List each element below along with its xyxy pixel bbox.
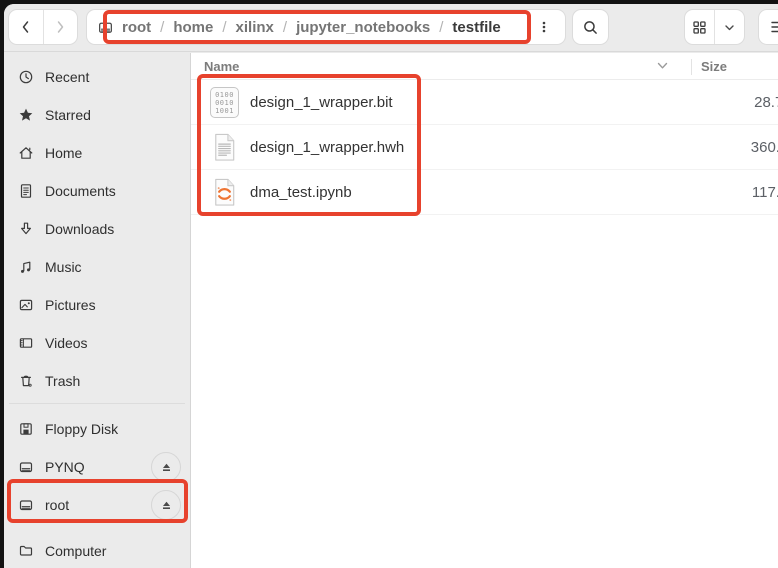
sidebar-item-documents[interactable]: Documents xyxy=(9,175,185,207)
sidebar-item-videos[interactable]: Videos xyxy=(9,327,185,359)
main-menu-button[interactable] xyxy=(758,9,778,45)
screen: root / home / xilinx / jupyter_notebooks… xyxy=(0,0,778,568)
music-note-icon xyxy=(18,259,34,275)
sidebar-item-pictures[interactable]: Pictures xyxy=(9,289,185,321)
sidebar-item-trash[interactable]: Trash xyxy=(9,365,185,397)
back-button[interactable] xyxy=(9,10,43,44)
list-column-header: Name Size xyxy=(191,53,778,80)
sidebar-item-label: PYNQ xyxy=(45,459,85,475)
breadcrumb-separator: / xyxy=(160,18,165,36)
sidebar-item-floppy-disk[interactable]: Floppy Disk xyxy=(9,413,185,445)
chevron-down-icon xyxy=(723,21,736,34)
trash-icon xyxy=(18,373,34,389)
sidebar-item-label: Floppy Disk xyxy=(45,421,119,437)
breadcrumb-root[interactable]: root xyxy=(122,19,151,36)
film-icon xyxy=(18,335,34,351)
sidebar: Recent Starred Home Documents Downloads … xyxy=(4,53,190,568)
sidebar-item-recent[interactable]: Recent xyxy=(9,61,185,93)
sidebar-item-downloads[interactable]: Downloads xyxy=(9,213,185,245)
file-row-design-1-wrapper-bit[interactable]: 0100 0010 1001 design_1_wrapper.bit 28.7… xyxy=(191,80,778,125)
breadcrumb-separator: / xyxy=(282,18,288,36)
file-name: design_1_wrapper.bit xyxy=(250,93,393,111)
sidebar-item-home[interactable]: Home xyxy=(9,137,185,169)
floppy-icon xyxy=(18,421,34,437)
view-button-group xyxy=(684,9,745,45)
document-icon xyxy=(18,183,34,199)
sidebar-item-label: Starred xyxy=(45,107,91,123)
eject-icon xyxy=(160,499,173,512)
jupyter-notebook-file-icon xyxy=(209,177,240,208)
breadcrumb-xilinx[interactable]: xilinx xyxy=(236,19,274,36)
file-row-dma-test-ipynb[interactable]: dma_test.ipynb 117.1 kB xyxy=(191,170,778,215)
sidebar-item-label: Music xyxy=(45,259,82,275)
hard-drive-icon xyxy=(97,19,114,36)
nav-button-group xyxy=(8,9,78,45)
file-size: 360.0 kB xyxy=(750,138,778,156)
drive-icon xyxy=(18,459,34,475)
breadcrumb: root / home / xilinx / jupyter_notebooks… xyxy=(122,19,501,36)
breadcrumb-separator: / xyxy=(222,18,227,36)
download-arrow-icon xyxy=(18,221,34,237)
chevron-left-icon xyxy=(18,19,34,35)
star-icon xyxy=(18,107,34,123)
view-options-dropdown-button[interactable] xyxy=(715,10,744,44)
file-row-design-1-wrapper-hwh[interactable]: design_1_wrapper.hwh 360.0 kB xyxy=(191,125,778,170)
kebab-menu-icon xyxy=(537,19,551,35)
breadcrumb-testfile-current[interactable]: testfile xyxy=(452,19,500,36)
sort-chevron-down-icon[interactable] xyxy=(657,62,668,70)
sidebar-item-label: Videos xyxy=(45,335,88,351)
eject-pynq-button[interactable] xyxy=(151,452,181,482)
sidebar-item-label: Pictures xyxy=(45,297,96,313)
column-divider xyxy=(691,59,692,75)
breadcrumb-jupyter-notebooks[interactable]: jupyter_notebooks xyxy=(296,19,430,36)
sidebar-item-label: Home xyxy=(45,145,83,161)
home-icon xyxy=(18,145,34,161)
hamburger-menu-icon xyxy=(771,20,778,34)
toolbar: root / home / xilinx / jupyter_notebooks… xyxy=(4,4,778,52)
file-name: dma_test.ipynb xyxy=(250,183,352,201)
file-list-view: Name Size 0100 0010 1001 design_1_wrappe… xyxy=(191,53,778,568)
sidebar-item-label: Recent xyxy=(45,69,90,85)
picture-icon xyxy=(18,297,34,313)
sidebar-item-label: Documents xyxy=(45,183,116,199)
breadcrumb-home[interactable]: home xyxy=(173,19,213,36)
column-header-name[interactable]: Name xyxy=(204,59,239,74)
sidebar-item-label: Trash xyxy=(45,373,81,389)
grid-view-icon xyxy=(692,20,707,35)
file-size: 28.7 MB xyxy=(754,93,778,111)
column-header-size[interactable]: Size xyxy=(701,59,727,74)
search-icon xyxy=(582,19,599,36)
folder-icon xyxy=(18,543,34,559)
sidebar-item-computer[interactable]: Computer xyxy=(9,535,185,567)
text-file-icon xyxy=(209,132,240,163)
chevron-right-icon xyxy=(52,19,68,35)
drive-icon xyxy=(18,497,34,513)
folder-menu-button[interactable] xyxy=(529,12,559,42)
sidebar-item-label: Computer xyxy=(45,543,107,559)
sidebar-item-label: Downloads xyxy=(45,221,115,237)
eject-icon xyxy=(160,461,173,474)
file-size: 117.1 kB xyxy=(751,183,778,201)
breadcrumb-separator: / xyxy=(439,18,444,36)
sidebar-item-root[interactable]: root xyxy=(9,489,185,521)
file-manager-window: root / home / xilinx / jupyter_notebooks… xyxy=(4,4,778,568)
search-button[interactable] xyxy=(572,9,609,45)
sidebar-item-label: root xyxy=(45,497,70,513)
grid-view-button[interactable] xyxy=(685,10,714,44)
binary-file-icon: 0100 0010 1001 xyxy=(209,87,240,118)
sidebar-separator xyxy=(9,403,185,404)
clock-icon xyxy=(18,69,34,85)
sidebar-item-pynq[interactable]: PYNQ xyxy=(9,451,185,483)
sidebar-item-starred[interactable]: Starred xyxy=(9,99,185,131)
path-bar[interactable]: root / home / xilinx / jupyter_notebooks… xyxy=(86,9,566,45)
forward-button[interactable] xyxy=(44,10,78,44)
eject-root-button[interactable] xyxy=(151,490,181,520)
file-name: design_1_wrapper.hwh xyxy=(250,138,405,156)
sidebar-item-music[interactable]: Music xyxy=(9,251,185,283)
